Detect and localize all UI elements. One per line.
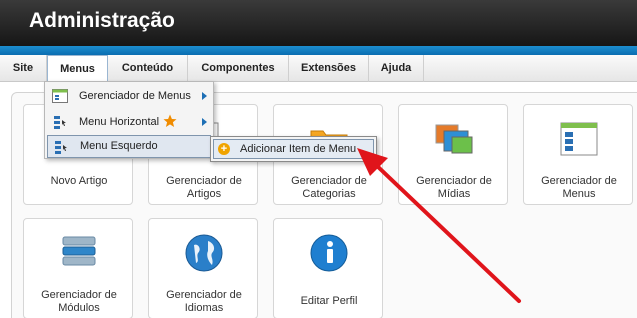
dropdown-item-label: Gerenciador de Menus (79, 90, 191, 102)
app-title: Administração (29, 9, 175, 32)
tile-label: Editar Perfil (300, 295, 358, 307)
tile-module-manager[interactable]: Gerenciador de Módulos (23, 218, 133, 318)
main-menubar: Site Menus Conteúdo Componentes Extensõe… (0, 55, 637, 83)
tile-language-manager[interactable]: Gerenciador de Idiomas (148, 218, 258, 318)
tile-label: Novo Artigo (50, 175, 108, 187)
edit-profile-icon (310, 234, 348, 272)
dropdown-item-left-menu[interactable]: Menu Esquerdo (47, 135, 211, 158)
star-icon (163, 114, 177, 127)
menu-manager-icon (52, 89, 68, 103)
header-accent-strip (0, 46, 637, 55)
dropdown-item-menu-manager[interactable]: Gerenciador de Menus (47, 84, 211, 108)
tile-label: Gerenciador de Categorias (291, 175, 367, 200)
tile-label: Gerenciador de Idiomas (166, 289, 242, 314)
menu-componentes[interactable]: Componentes (188, 55, 289, 82)
chevron-right-icon (202, 118, 207, 126)
chevron-right-icon (202, 92, 207, 100)
menu-ajuda[interactable]: Ajuda (369, 55, 424, 82)
tile-label: Gerenciador de Artigos (166, 175, 242, 200)
tile-label: Gerenciador de Módulos (41, 289, 117, 314)
horizontal-menu-icon (54, 116, 66, 129)
header-bar: Administração (0, 0, 637, 46)
menu-manager-icon (560, 122, 598, 156)
menu-conteudo[interactable]: Conteúdo (108, 55, 188, 82)
tile-media-manager[interactable]: Gerenciador de Mídias (398, 104, 508, 205)
left-menu-submenu: + Adicionar Item de Menu (210, 136, 377, 162)
dropdown-item-label: Menu Esquerdo (80, 140, 158, 152)
submenu-item-label: Adicionar Item de Menu (240, 143, 357, 155)
dropdown-item-horizontal-menu[interactable]: Menu Horizontal (47, 110, 211, 134)
add-icon: + (218, 143, 230, 155)
tile-label: Gerenciador de Mídias (416, 175, 492, 200)
left-menu-icon (55, 141, 67, 154)
module-manager-icon (62, 236, 96, 266)
menu-extensoes[interactable]: Extensões (289, 55, 369, 82)
menus-dropdown: Gerenciador de Menus Menu Horizontal Men… (44, 81, 214, 159)
tile-label: Gerenciador de Menus (541, 175, 617, 200)
dropdown-item-label: Menu Horizontal (79, 116, 160, 128)
media-manager-icon (435, 124, 473, 154)
menu-site[interactable]: Site (0, 55, 47, 82)
tile-menu-manager[interactable]: Gerenciador de Menus (523, 104, 633, 205)
tile-edit-profile[interactable]: Editar Perfil (273, 218, 383, 318)
submenu-item-add-menu-item[interactable]: + Adicionar Item de Menu (213, 139, 374, 159)
menu-menus[interactable]: Menus (47, 55, 108, 83)
language-manager-icon (185, 234, 223, 272)
